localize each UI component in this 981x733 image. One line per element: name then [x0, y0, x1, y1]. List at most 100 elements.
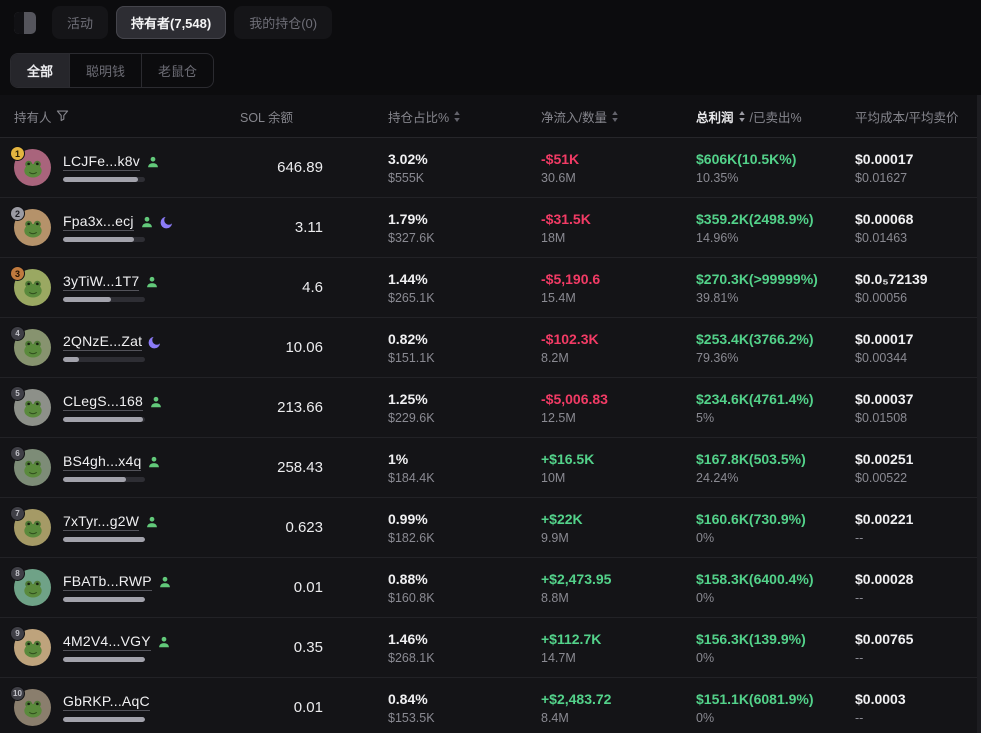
net-inflow-cell: +$2,483.72 8.4M — [541, 691, 696, 725]
holder-address[interactable]: 2QNzE...Zat — [63, 333, 142, 351]
sold-pct-value: 10.35% — [696, 171, 855, 185]
avg-sell-price-value: $0.00056 — [855, 291, 981, 305]
rank-badge: 9 — [10, 626, 25, 641]
holder-address[interactable]: FBATb...RWP — [63, 573, 152, 591]
avatar-wrap: 3 — [14, 269, 51, 306]
tab-my-position[interactable]: 我的持仓(0) — [234, 6, 332, 39]
avg-cost-value: $0.00068 — [855, 211, 981, 227]
total-profit-value: $359.2K(2498.9%) — [696, 211, 855, 227]
avg-cost-value: $0.00028 — [855, 571, 981, 587]
holder-address[interactable]: GbRKP...AqC — [63, 693, 150, 711]
net-inflow-value: +$2,483.72 — [541, 691, 696, 707]
token-quantity-value: 30.6M — [541, 171, 696, 185]
token-quantity-value: 9.9M — [541, 531, 696, 545]
sol-balance-value: 10.06 — [240, 339, 325, 356]
table-row[interactable]: 7 7xTyr...g2W 0.623 0.99% — [0, 498, 981, 558]
rank-badge: 2 — [10, 206, 25, 221]
holder-info: 7xTyr...g2W — [63, 513, 159, 542]
holder-address[interactable]: CLegS...168 — [63, 393, 143, 411]
total-profit-value: $160.6K(730.9%) — [696, 511, 855, 527]
holder-address[interactable]: 3yTiW...1T7 — [63, 273, 139, 291]
tab-holders[interactable]: 持有者(7,548) — [116, 6, 226, 39]
col-position-pct[interactable]: 持仓占比% — [325, 107, 541, 126]
holder-address[interactable]: BS4gh...x4q — [63, 453, 141, 471]
table-row[interactable]: 4 2QNzE...Zat 10.06 0.82% — [0, 318, 981, 378]
moon-icon — [160, 215, 174, 229]
avg-cost-value: $0.00251 — [855, 451, 981, 467]
position-usd-value: $151.1K — [388, 351, 541, 365]
sort-arrows-icon[interactable] — [611, 111, 619, 122]
person-icon — [147, 455, 161, 469]
address-row: 4M2V4...VGY — [63, 633, 171, 651]
avg-cell: $0.00765 -- — [855, 631, 981, 665]
position-pct-value: 0.84% — [388, 691, 541, 707]
person-icon — [157, 635, 171, 649]
token-quantity-value: 18M — [541, 231, 696, 245]
holding-progress-fill — [63, 237, 134, 242]
sort-arrows-icon[interactable] — [738, 111, 746, 122]
table-row[interactable]: 1 LCJFe...k8v 646.89 3.02% — [0, 138, 981, 198]
avg-sell-price-value: $0.01508 — [855, 411, 981, 425]
address-row: FBATb...RWP — [63, 573, 172, 591]
position-cell: 0.99% $182.6K — [325, 511, 541, 545]
funnel-icon[interactable] — [56, 109, 70, 123]
holding-progress — [63, 297, 145, 302]
holding-progress — [63, 717, 145, 722]
net-inflow-value: +$22K — [541, 511, 696, 527]
total-profit-value: $270.3K(>99999%) — [696, 271, 855, 287]
holding-progress — [63, 477, 145, 482]
table-row[interactable]: 3 3yTiW...1T7 4.6 1.44% $2 — [0, 258, 981, 318]
holder-filter-group: 全部 聪明钱 老鼠仓 — [10, 53, 214, 88]
sold-pct-value: 24.24% — [696, 471, 855, 485]
position-cell: 0.88% $160.8K — [325, 571, 541, 605]
table-body: 1 LCJFe...k8v 646.89 3.02% — [0, 138, 981, 733]
filter-rat-trading[interactable]: 老鼠仓 — [141, 54, 213, 87]
col-avg-cost-label: 平均成本/平均卖价 — [855, 107, 958, 126]
holder-cell: 7 7xTyr...g2W — [0, 509, 240, 546]
position-cell: 1% $184.4K — [325, 451, 541, 485]
table-row[interactable]: 5 CLegS...168 213.66 1.25% — [0, 378, 981, 438]
token-quantity-value: 8.2M — [541, 351, 696, 365]
col-net-inflow[interactable]: 净流入/数量 — [541, 107, 696, 126]
avg-cell: $0.00028 -- — [855, 571, 981, 605]
holder-address[interactable]: LCJFe...k8v — [63, 153, 140, 171]
col-avg-cost: 平均成本/平均卖价 — [855, 107, 981, 126]
table-row[interactable]: 6 BS4gh...x4q 258.43 1% $1 — [0, 438, 981, 498]
rank-badge: 3 — [10, 266, 25, 281]
filter-all[interactable]: 全部 — [11, 54, 69, 87]
holder-address[interactable]: 4M2V4...VGY — [63, 633, 151, 651]
col-position-pct-label: 持仓占比% — [388, 107, 449, 126]
holding-progress — [63, 177, 145, 182]
tab-activity[interactable]: 活动 — [52, 6, 108, 39]
holder-address[interactable]: 7xTyr...g2W — [63, 513, 139, 531]
rank-badge: 10 — [10, 686, 25, 701]
holding-progress-fill — [63, 417, 143, 422]
token-quantity-value: 15.4M — [541, 291, 696, 305]
profit-cell: $253.4K(3766.2%) 79.36% — [696, 331, 855, 365]
panel-toggle-icon[interactable] — [14, 12, 36, 34]
sort-arrows-icon[interactable] — [453, 111, 461, 122]
avatar-wrap: 6 — [14, 449, 51, 486]
sold-pct-value: 5% — [696, 411, 855, 425]
avg-cost-value: $0.0₅72139 — [855, 271, 981, 287]
holder-address[interactable]: Fpa3x...ecj — [63, 213, 134, 231]
position-usd-value: $229.6K — [388, 411, 541, 425]
total-profit-value: $158.3K(6400.4%) — [696, 571, 855, 587]
table-row[interactable]: 2 Fpa3x...ecj 3.11 1.79% $ — [0, 198, 981, 258]
frog-avatar-icon — [20, 515, 46, 541]
profit-cell: $151.1K(6081.9%) 0% — [696, 691, 855, 725]
table-row[interactable]: 8 FBATb...RWP 0.01 0.88% $ — [0, 558, 981, 618]
frog-avatar-icon — [20, 575, 46, 601]
rank-badge: 4 — [10, 326, 25, 341]
holder-info: LCJFe...k8v — [63, 153, 160, 182]
col-profit[interactable]: 总利润 /已卖出% — [696, 107, 855, 126]
table-row[interactable]: 9 4M2V4...VGY 0.35 1.46% $ — [0, 618, 981, 678]
scrollbar[interactable] — [977, 95, 981, 733]
sol-balance-value: 0.35 — [240, 639, 325, 656]
filter-smart-money[interactable]: 聪明钱 — [69, 54, 141, 87]
frog-avatar-icon — [20, 455, 46, 481]
holder-info: 3yTiW...1T7 — [63, 273, 159, 302]
avg-cost-value: $0.00765 — [855, 631, 981, 647]
table-row[interactable]: 10 GbRKP...AqC 0.01 0.84% — [0, 678, 981, 733]
holder-info: 4M2V4...VGY — [63, 633, 171, 662]
